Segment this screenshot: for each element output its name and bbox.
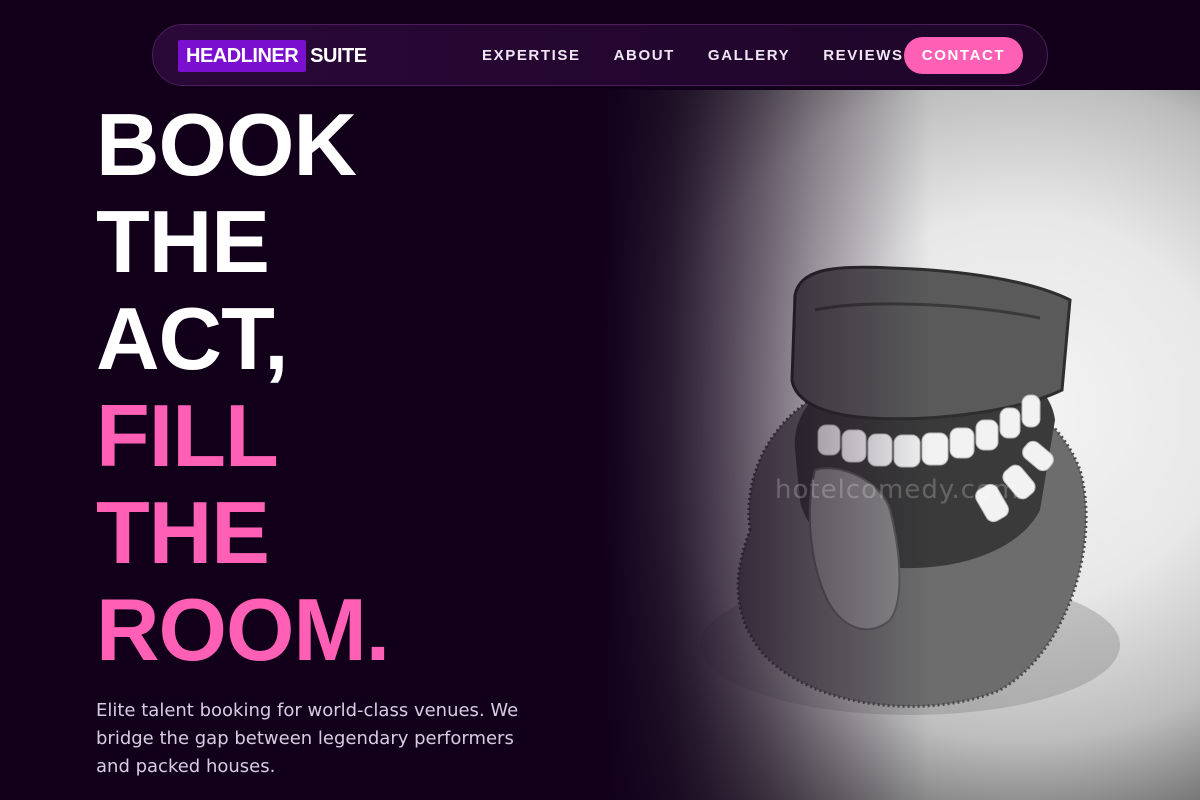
headline-line-5: THE [96,483,270,582]
headline-line-4: FILL [96,386,279,485]
headline-line-1: BOOK [96,95,357,194]
hero-subtext: Elite talent booking for world-class ven… [96,700,519,777]
contact-button[interactable]: CONTACT [904,37,1023,74]
headline-line-2: THE [96,192,270,291]
nav-link-reviews[interactable]: REVIEWS [823,47,903,65]
hero-headline: BOOK THE ACT, FILL THE ROOM. [96,96,616,678]
image-watermark: hotelcomedy.com [775,475,1020,505]
headline-line-6: ROOM. [96,580,390,679]
top-navigation: HEADLINER SUITE EXPERTISE ABOUT GALLERY … [152,24,1048,86]
brand-logo[interactable]: HEADLINER SUITE [178,40,367,72]
hero-image: hotelcomedy.com [600,90,1200,800]
nav-link-gallery[interactable]: GALLERY [708,47,790,65]
image-gradient-overlay [600,90,1200,800]
nav-links: EXPERTISE ABOUT GALLERY REVIEWS [482,47,937,65]
logo-suite: SUITE [310,44,367,67]
nav-link-about[interactable]: ABOUT [614,47,675,65]
nav-link-expertise[interactable]: EXPERTISE [482,47,581,65]
headline-line-3: ACT, [96,289,289,388]
logo-headliner: HEADLINER [178,40,307,72]
